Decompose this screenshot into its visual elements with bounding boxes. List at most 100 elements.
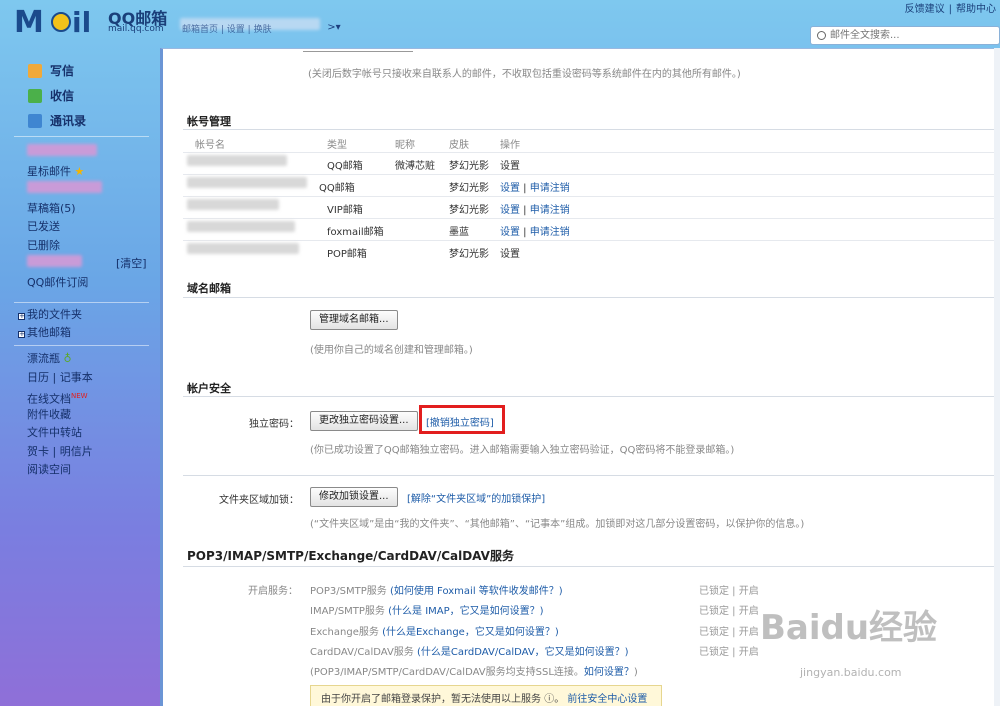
service-enable-link[interactable]: 开启 <box>739 586 759 597</box>
account-settings-link[interactable]: 设置 <box>500 183 520 194</box>
sidebar-item-starred[interactable]: 星标邮件 ★ <box>27 163 147 182</box>
star-icon: ★ <box>74 164 85 178</box>
sidebar-item-notes[interactable]: 记事本 <box>60 371 93 384</box>
sidebar-item-calendar[interactable]: 日历 <box>27 371 49 384</box>
sidebar-item-online-docs[interactable]: 在线文档NEW <box>27 387 93 406</box>
service-help-link[interactable]: (什么是Exchange，它又是如何设置？) <box>382 627 559 638</box>
brand-domain: mail.qq.com <box>108 24 164 34</box>
sidebar-apps: 漂流瓶 ♁ 日历 | 记事本 在线文档NEW 附件收藏 文件中转站 贺卡 | 明… <box>27 350 93 480</box>
contacts-button[interactable]: 通讯录 <box>28 108 86 133</box>
search-input[interactable] <box>830 29 995 42</box>
account-settings-link[interactable]: 设置 <box>500 245 520 260</box>
divider <box>303 51 413 52</box>
service-name: Exchange服务 <box>310 627 379 638</box>
account-settings-link[interactable]: 设置 <box>500 157 520 172</box>
top-nav-links: 邮箱首页 | 设置 | 换肤 <box>182 25 272 35</box>
sidebar-main-actions: 写信 收信 通讯录 <box>28 58 86 133</box>
top-bar: M il QQ邮箱 mail.qq.com >▾ 邮箱首页 | 设置 | 换肤 … <box>0 0 1000 48</box>
account-settings-link[interactable]: 设置 <box>500 227 520 238</box>
sidebar-item-postcards[interactable]: 明信片 <box>60 445 93 458</box>
service-status: 已锁定 <box>699 606 729 617</box>
account-nick: 微溥芯赃 <box>395 161 435 172</box>
watermark-url: jingyan.baidu.com <box>800 666 902 679</box>
nav-home-link[interactable]: 邮箱首页 <box>182 25 218 35</box>
remove-lock-link[interactable]: [解除“文件夹区域”的加锁保护] <box>407 490 545 505</box>
service-name: POP3/SMTP服务 <box>310 586 387 597</box>
svg-text:M: M <box>14 5 44 38</box>
security-section-title: 帐户安全 <box>187 382 231 395</box>
divider <box>183 475 1000 476</box>
svg-text:il: il <box>72 6 91 38</box>
account-skin: 梦幻光影 <box>449 161 489 172</box>
scrollbar[interactable] <box>994 48 1000 706</box>
watermark: Baidu经验 <box>760 608 938 648</box>
account-name-blurred <box>187 155 293 167</box>
service-help-link[interactable]: (什么是CardDAV/CalDAV，它又是如何设置？) <box>417 647 629 658</box>
independent-password-label: 独立密码： <box>249 419 299 430</box>
divider <box>183 297 1000 298</box>
service-help-link[interactable]: (如何使用 Foxmail 等软件收发邮件？) <box>390 586 563 597</box>
inbox-button[interactable]: 收信 <box>28 83 86 108</box>
sidebar-item-trash[interactable]: [清空] <box>27 255 147 274</box>
service-help-link[interactable]: (什么是 IMAP，它又是如何设置？) <box>388 606 543 617</box>
service-warning: 由于你开启了邮箱登录保护，暂无法使用以上服务 ⓘ。 前往安全中心设置 <box>310 685 662 706</box>
account-name-blurred <box>187 199 279 213</box>
compose-button[interactable]: 写信 <box>28 58 86 83</box>
expand-icon[interactable]: + <box>18 313 25 320</box>
sidebar-item-group-blurred[interactable] <box>27 181 147 200</box>
nav-settings-link[interactable]: 设置 <box>227 25 245 35</box>
sidebar-item-other-mail[interactable]: + 其他邮箱 <box>18 324 71 340</box>
col-account: 帐号名 <box>195 140 225 151</box>
service-enable-link[interactable]: 开启 <box>739 606 759 617</box>
modify-lock-button[interactable]: 修改加锁设置... <box>310 487 398 507</box>
new-badge: NEW <box>71 392 88 400</box>
account-settings-link[interactable]: 设置 <box>500 205 520 216</box>
top-note: (关闭后数字帐号只接收来自联系人的邮件，不收取包括重设密码等系统邮件在内的其他所… <box>308 69 741 80</box>
search-box[interactable] <box>810 26 1000 45</box>
sidebar-item-drafts[interactable]: 草稿箱(5) <box>27 200 147 219</box>
security-center-link[interactable]: 前往安全中心设置 <box>567 694 647 705</box>
sidebar-item-attachments[interactable]: 附件收藏 <box>27 406 93 425</box>
expand-icon[interactable]: + <box>18 331 25 338</box>
account-skin: 梦幻光影 <box>449 183 489 194</box>
search-icon[interactable] <box>817 31 826 40</box>
cancel-account-link[interactable]: 申请注销 <box>530 205 570 216</box>
service-enable-link[interactable]: 开启 <box>739 627 759 638</box>
nav-skin-link[interactable]: 换肤 <box>254 25 272 35</box>
cancel-account-link[interactable]: 申请注销 <box>530 227 570 238</box>
sidebar-item-cards[interactable]: 贺卡 <box>27 445 49 458</box>
account-skin: 梦幻光影 <box>449 249 489 260</box>
folder-lock-note: (“文件夹区域”是由“我的文件夹”、“其他邮箱”、“记事本”组成。加锁即对这几部… <box>310 519 805 530</box>
col-type: 类型 <box>327 140 347 151</box>
bottle-icon: ♁ <box>63 352 72 365</box>
service-enable-link[interactable]: 开启 <box>739 647 759 658</box>
sidebar-item-file-transfer[interactable]: 文件中转站 <box>27 424 93 443</box>
feedback-link[interactable]: 反馈建议 <box>905 4 945 15</box>
account-section-title: 帐号管理 <box>187 115 231 128</box>
inbox-icon <box>28 88 42 103</box>
sidebar-item-my-folders[interactable]: + 我的文件夹 <box>18 306 82 322</box>
clear-trash-link[interactable]: [清空] <box>116 257 147 270</box>
pop-section-title: POP3/IMAP/SMTP/Exchange/CardDAV/CalDAV服务 <box>187 549 514 563</box>
mail-logo-icon[interactable]: M il <box>14 4 104 38</box>
manage-domain-button[interactable]: 管理域名邮箱... <box>310 310 398 330</box>
change-password-button[interactable]: 更改独立密码设置... <box>310 411 418 431</box>
top-right-links: 反馈建议 | 帮助中心 <box>904 4 996 15</box>
service-name: IMAP/SMTP服务 <box>310 606 385 617</box>
account-switch-icon[interactable]: >▾ <box>327 22 340 33</box>
ssl-help-link[interactable]: 如何设置？ <box>584 667 634 678</box>
service-status: 已锁定 <box>699 586 729 597</box>
help-icon[interactable]: ⓘ <box>544 694 554 705</box>
sidebar-divider <box>14 345 149 346</box>
help-link[interactable]: 帮助中心 <box>956 4 996 15</box>
sidebar-item-inbox-blurred[interactable] <box>27 144 147 163</box>
sidebar-item-subscribe[interactable]: QQ邮件订阅 <box>27 274 147 293</box>
sidebar-item-deleted[interactable]: 已删除 <box>27 237 147 256</box>
domain-section-title: 域名邮箱 <box>187 282 231 295</box>
contacts-icon <box>28 113 42 128</box>
service-label: 开启服务： <box>248 586 298 597</box>
cancel-account-link[interactable]: 申请注销 <box>530 183 570 194</box>
sidebar-item-reading[interactable]: 阅读空间 <box>27 461 93 480</box>
sidebar-item-sent[interactable]: 已发送 <box>27 218 147 237</box>
sidebar-item-drift-bottle[interactable]: 漂流瓶 ♁ <box>27 350 93 369</box>
